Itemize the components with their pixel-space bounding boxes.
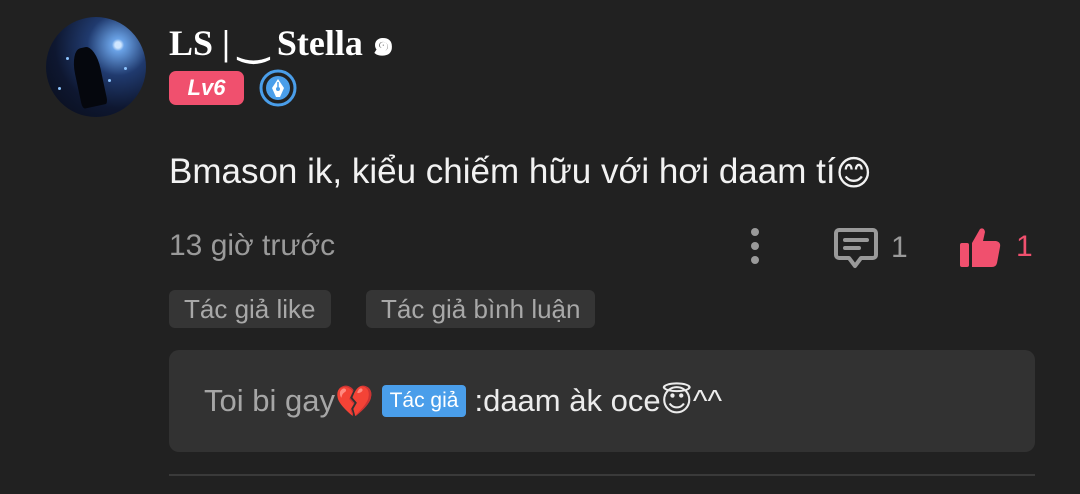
reply-username[interactable]: Toi bi gay: [204, 383, 335, 419]
broken-heart-emoji: 💔: [334, 383, 374, 419]
halo-emoji: 😇: [660, 383, 693, 418]
comment-body: Bmason ik, kiểu chiếm hữu với hơi daam t…: [169, 152, 836, 191]
avatar-sparkle: [124, 67, 127, 70]
smile-emoji: 😊: [835, 153, 873, 193]
tag-author-commented: Tác giả bình luận: [366, 290, 596, 328]
like-count: 1: [1016, 230, 1033, 263]
reply-preview[interactable]: Toi bi gay 💔 Tác giả : daam àk oce 😇 ^^: [169, 350, 1035, 452]
tag-author-liked: Tác giả like: [169, 290, 331, 328]
more-vertical-icon[interactable]: [740, 225, 770, 267]
avatar-figure: [70, 44, 108, 110]
reply-count: 1: [891, 231, 908, 264]
divider: [169, 474, 1035, 476]
author-tag: Tác giả: [381, 385, 467, 417]
username[interactable]: LS | ‿ Stella ๑: [169, 14, 395, 71]
pen-nib-badge-icon: [259, 69, 297, 107]
avatar-sparkle: [66, 57, 69, 60]
reply-separator: :: [474, 383, 484, 418]
avatar-sparkle: [108, 79, 111, 82]
comment-text: Bmason ik, kiểu chiếm hữu với hơi daam t…: [169, 152, 872, 194]
level-badge: Lv6: [169, 71, 244, 105]
like-button[interactable]: 1: [958, 223, 1033, 271]
timestamp: 13 giờ trước: [169, 229, 336, 262]
thumbs-up-icon: [960, 228, 1001, 267]
avatar-sparkle: [58, 87, 61, 90]
comment-icon: [834, 228, 878, 268]
avatar[interactable]: [46, 17, 146, 117]
reply-button[interactable]: 1: [833, 226, 908, 270]
reply-suffix: ^^: [692, 383, 722, 418]
reply-text: daam àk oce: [483, 383, 661, 418]
